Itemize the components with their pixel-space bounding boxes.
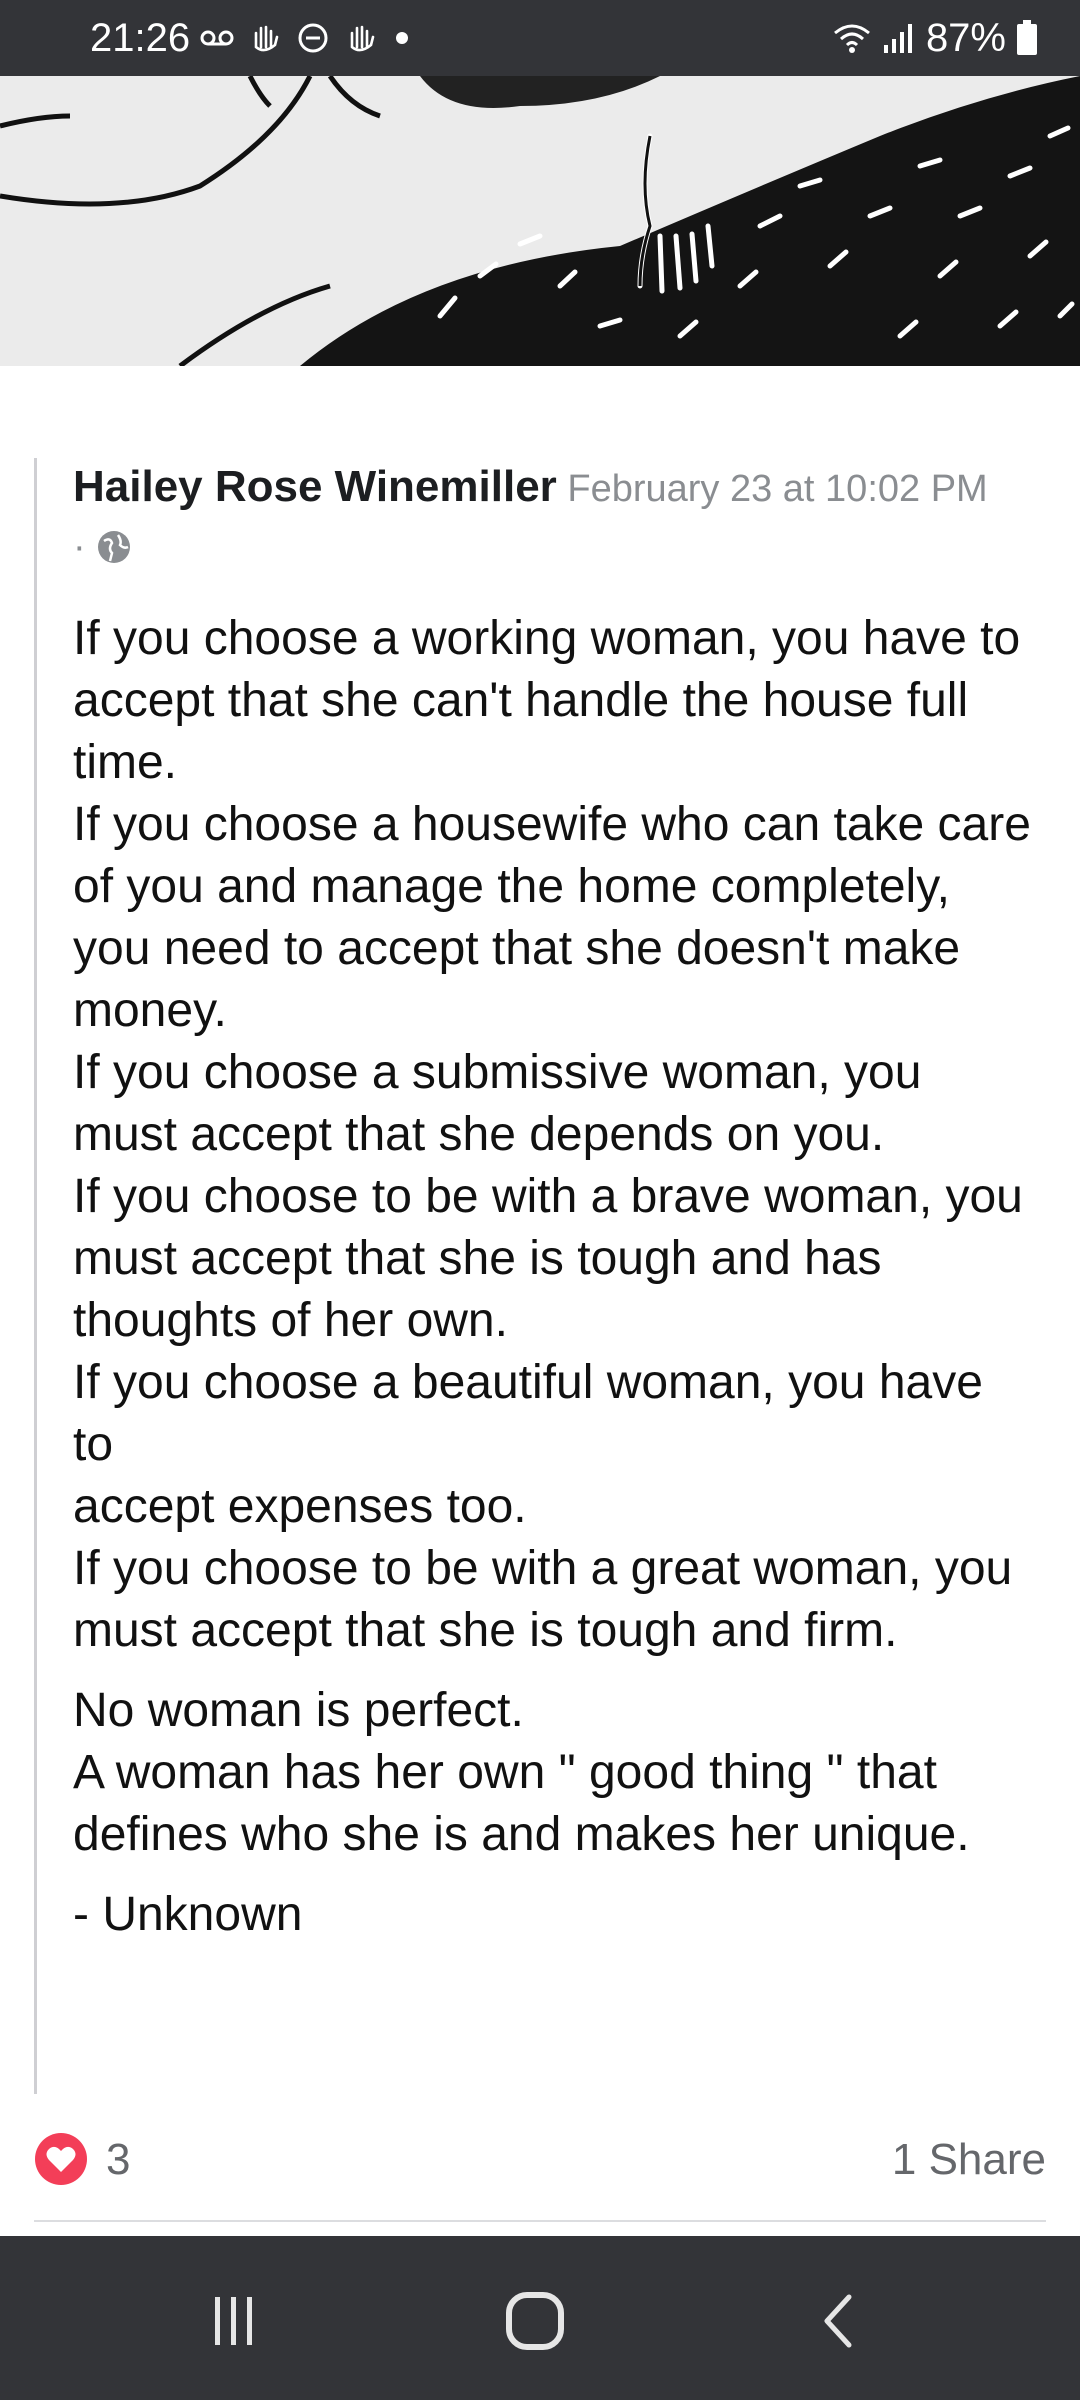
back-icon <box>824 2294 852 2348</box>
globe-icon <box>98 531 131 563</box>
voicemail-icon <box>200 30 234 46</box>
wifi-icon <box>833 24 870 53</box>
share-count[interactable]: 1 Share <box>892 2132 1046 2188</box>
recent-apps-button[interactable] <box>188 2276 278 2366</box>
post-timestamp[interactable]: February 23 at 10:02 PM <box>567 468 987 510</box>
meta-separator: · <box>73 526 97 568</box>
recent-apps-icon <box>215 2297 252 2345</box>
back-button[interactable] <box>794 2276 884 2366</box>
reactions-bar: 3 1 Share <box>34 2130 1046 2190</box>
divider <box>34 2220 1046 2222</box>
home-icon <box>506 2292 564 2350</box>
notification-dot-icon <box>396 32 408 44</box>
post-paragraph: If you choose a submissive woman, you mu… <box>73 1046 922 1161</box>
post-signature: - Unknown <box>73 1888 303 1941</box>
post-paragraph: If you choose to be with a brave woman, … <box>73 1170 1023 1347</box>
status-bar: 21:26 87% <box>0 0 1080 76</box>
post-body: If you choose a working woman, you have … <box>73 608 1033 1946</box>
status-time: 21:26 <box>90 16 191 60</box>
post-paragraph: accept expenses too. <box>73 1480 527 1533</box>
post-paragraph: If you choose a working woman, you have … <box>73 612 1021 789</box>
do-not-disturb-icon <box>298 23 328 53</box>
post-paragraph: No woman is perfect. <box>73 1684 524 1737</box>
battery-icon <box>1017 20 1037 55</box>
battery-percent: 87% <box>925 16 1006 60</box>
hand-wave-icon <box>350 25 375 52</box>
post-card: Hailey Rose Winemiller February 23 at 10… <box>34 458 1047 2094</box>
post-paragraph: If you choose a housewife who can take c… <box>73 798 1031 1037</box>
post-paragraph: If you choose to be with a great woman, … <box>73 1542 1013 1657</box>
hand-wave-icon <box>254 25 279 52</box>
post-paragraph: A woman has her own " good thing " that … <box>73 1746 970 1861</box>
reaction-count[interactable]: 3 <box>106 2132 130 2188</box>
author-name[interactable]: Hailey Rose Winemiller <box>73 462 557 511</box>
home-button[interactable] <box>490 2276 580 2366</box>
illustration-drawing <box>0 76 1080 366</box>
post-illustration[interactable] <box>0 76 1080 366</box>
post-header: Hailey Rose Winemiller February 23 at 10… <box>73 458 1003 576</box>
post-paragraph: If you choose a beautiful woman, you hav… <box>73 1356 983 1471</box>
signal-icon <box>883 24 912 53</box>
status-icons-left <box>200 14 412 62</box>
heart-icon[interactable] <box>34 2132 88 2186</box>
status-icons-right: 87% <box>832 14 1038 62</box>
navigation-bar <box>0 2236 1080 2400</box>
